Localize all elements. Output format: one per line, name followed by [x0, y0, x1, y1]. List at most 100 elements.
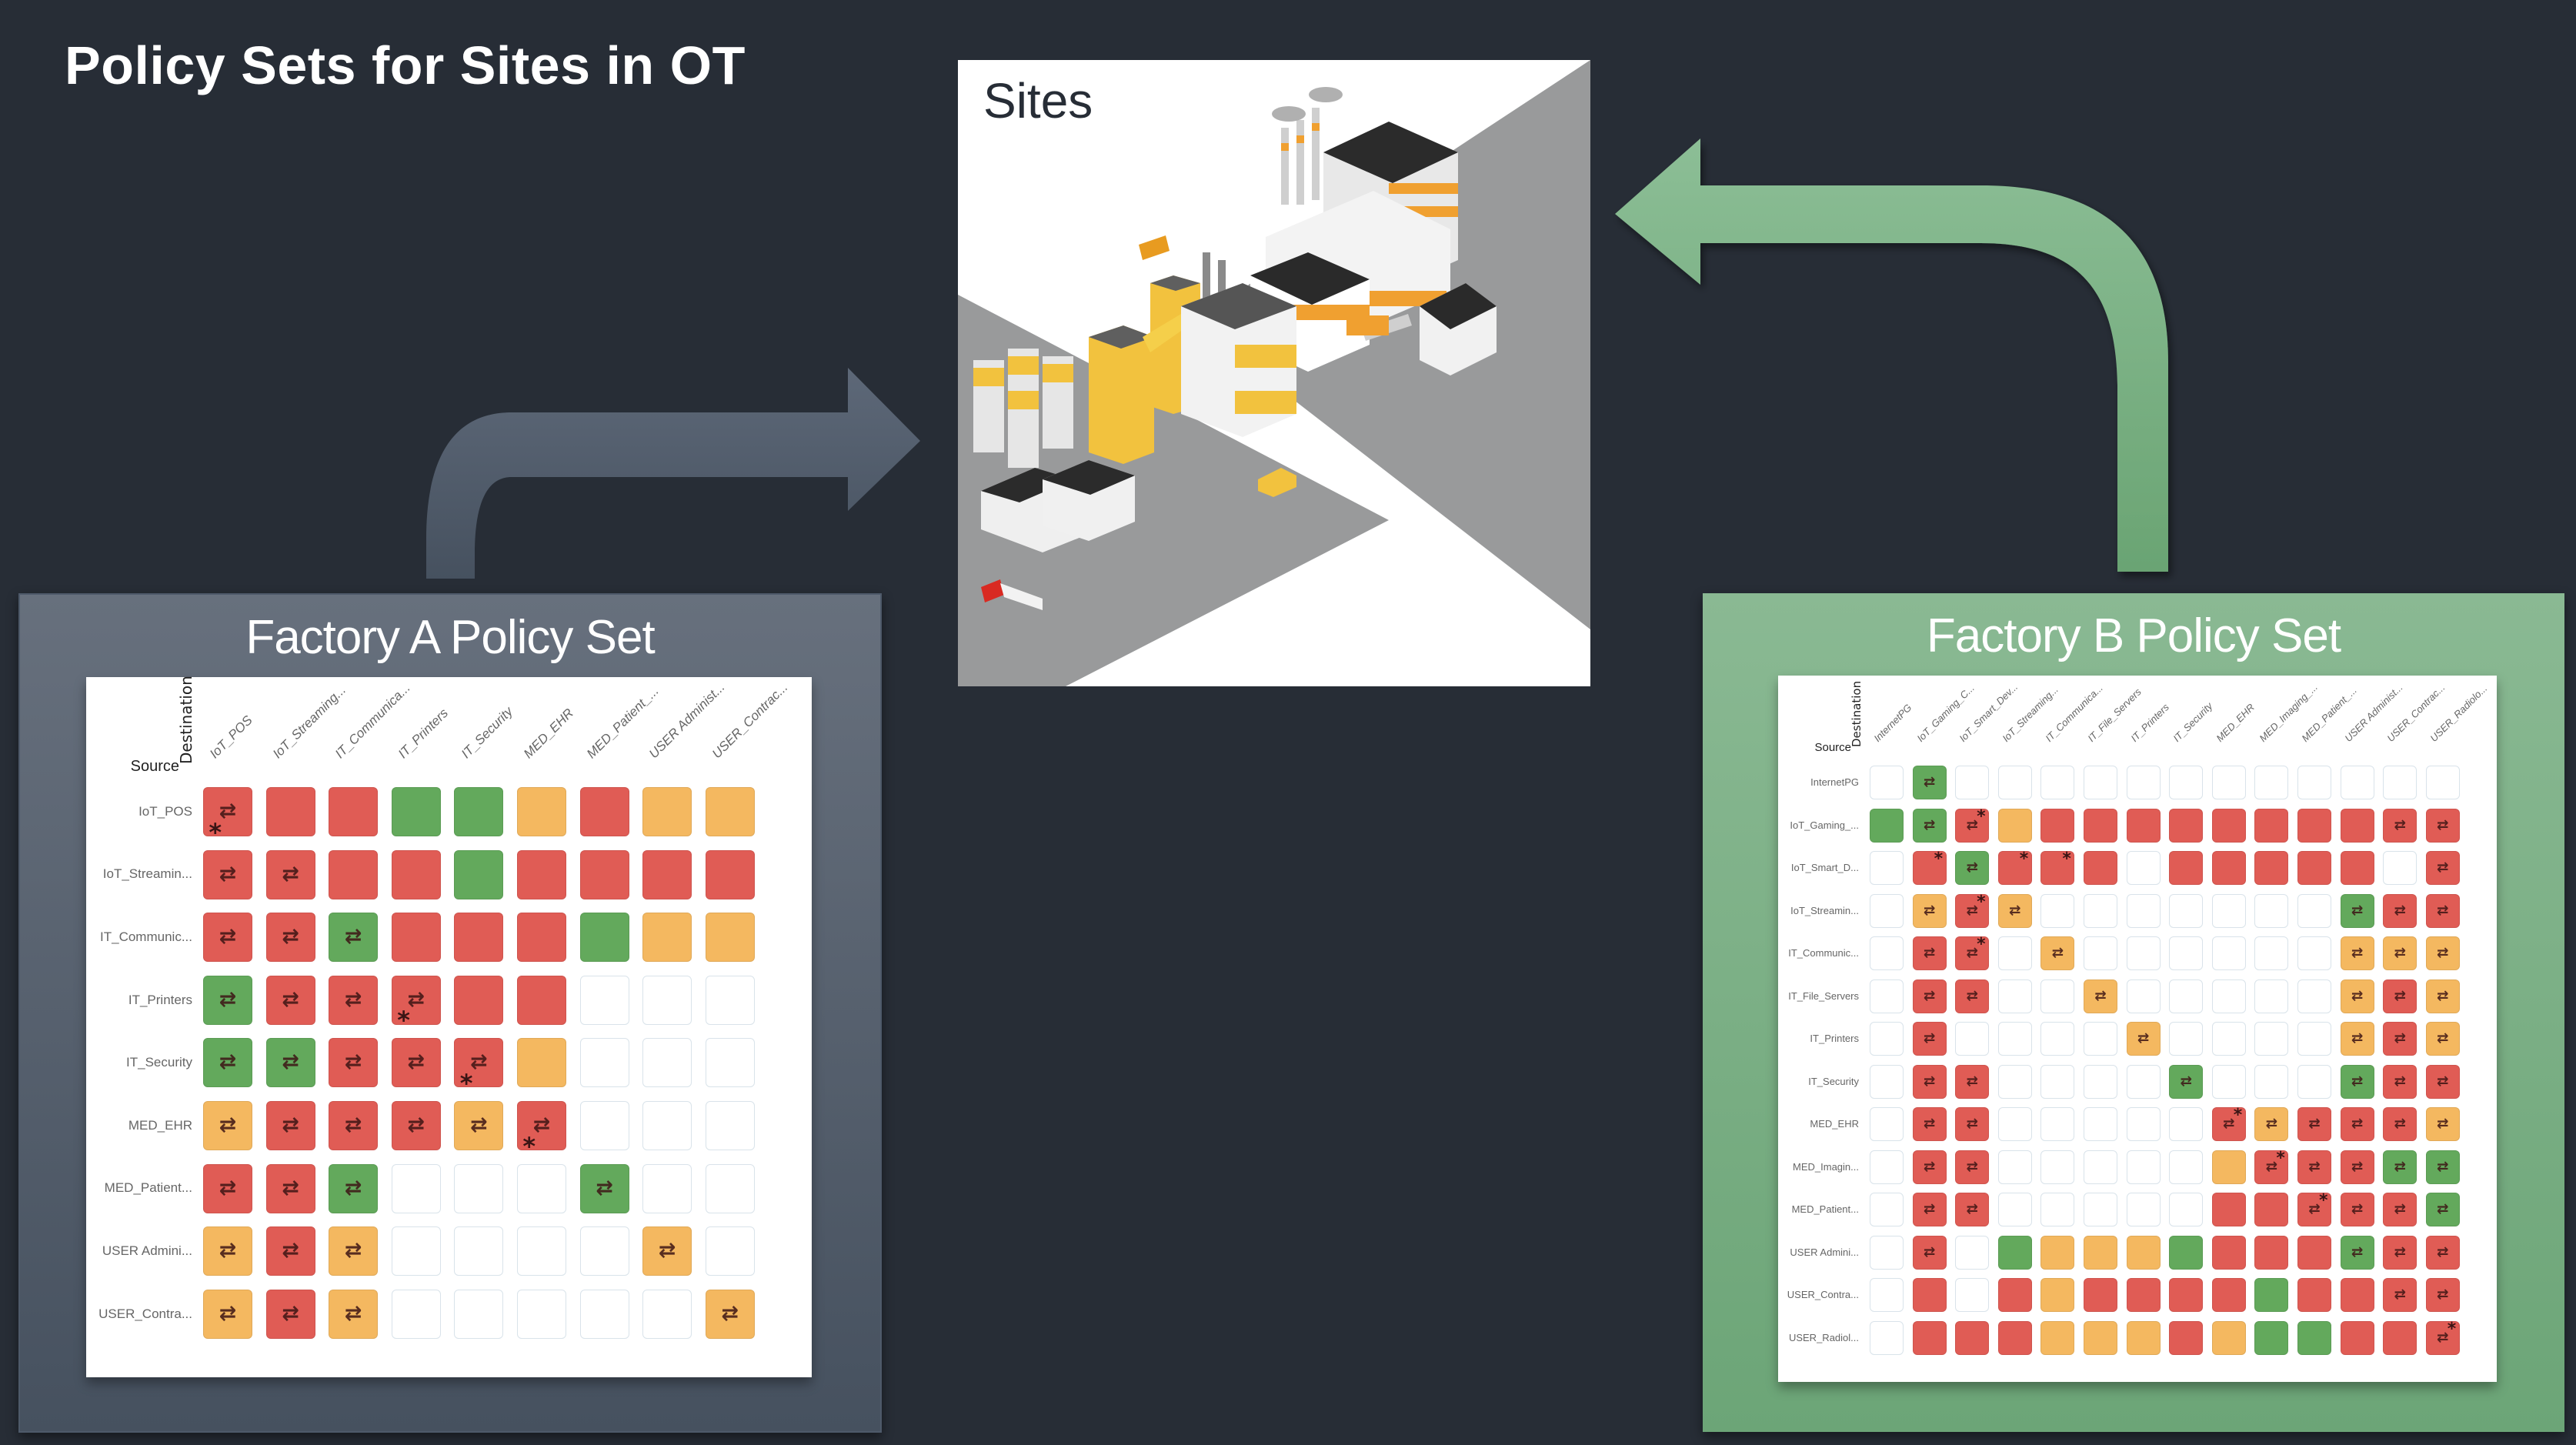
policy-cell[interactable] — [2254, 1064, 2289, 1099]
policy-cell[interactable] — [2169, 979, 2204, 1013]
policy-cell[interactable] — [2254, 979, 2289, 1013]
policy-cell[interactable] — [705, 1101, 755, 1150]
policy-cell[interactable] — [517, 787, 566, 836]
policy-cell[interactable]: ⇄ — [2425, 1193, 2460, 1226]
policy-cell[interactable]: ⇄ — [265, 1163, 315, 1213]
policy-cell[interactable]: ⇄ — [2383, 1107, 2418, 1141]
policy-cell[interactable] — [1870, 1278, 1904, 1312]
policy-cell[interactable] — [2040, 1278, 2075, 1312]
policy-cell[interactable]: ⇄ — [2126, 1022, 2161, 1056]
policy-cell[interactable] — [2254, 1193, 2289, 1226]
policy-cell[interactable] — [2211, 893, 2246, 928]
policy-cell[interactable] — [2040, 1107, 2075, 1141]
policy-cell[interactable] — [1870, 1107, 1904, 1141]
policy-cell[interactable] — [391, 1226, 441, 1276]
policy-cell[interactable]: ⇄ — [1912, 936, 1947, 970]
policy-cell[interactable]: ⇄ — [1955, 1193, 1990, 1226]
policy-cell[interactable] — [579, 1289, 629, 1339]
policy-cell[interactable] — [2297, 893, 2331, 928]
policy-cell[interactable] — [454, 975, 504, 1025]
policy-cell[interactable] — [2040, 979, 2075, 1013]
policy-cell[interactable] — [2211, 1150, 2246, 1184]
policy-cell[interactable] — [2169, 893, 2204, 928]
policy-cell[interactable] — [579, 1101, 629, 1150]
policy-cell[interactable] — [2169, 851, 2204, 885]
policy-cell[interactable]: ⇄ — [2340, 936, 2374, 970]
policy-cell[interactable] — [2169, 1193, 2204, 1226]
policy-cell[interactable]: ⇄ — [203, 913, 252, 963]
policy-cell[interactable]: ⇄ — [2425, 893, 2460, 928]
policy-cell[interactable] — [329, 849, 379, 899]
policy-cell[interactable] — [2126, 1235, 2161, 1270]
policy-cell[interactable]: ⇄ * — [1955, 893, 1990, 928]
policy-cell[interactable] — [1870, 893, 1904, 928]
policy-cell[interactable] — [517, 1226, 566, 1276]
policy-cell[interactable] — [2084, 1235, 2117, 1270]
policy-cell[interactable]: ⇄ — [1912, 1107, 1947, 1141]
policy-cell[interactable] — [579, 1226, 629, 1276]
policy-cell[interactable] — [2425, 766, 2460, 799]
policy-cell[interactable] — [2084, 766, 2117, 799]
policy-cell[interactable]: ⇄ — [2340, 1235, 2374, 1270]
policy-cell[interactable]: ⇄ — [579, 1163, 629, 1213]
policy-cell[interactable] — [1997, 1022, 2032, 1056]
policy-cell[interactable] — [2169, 1150, 2204, 1184]
policy-cell[interactable] — [2297, 808, 2331, 843]
policy-cell[interactable] — [2340, 851, 2374, 885]
policy-cell[interactable] — [705, 1163, 755, 1213]
policy-cell[interactable] — [1912, 1320, 1947, 1355]
policy-cell[interactable] — [579, 1038, 629, 1088]
policy-cell[interactable]: ⇄ — [2425, 979, 2460, 1013]
policy-cell[interactable] — [642, 849, 692, 899]
policy-cell[interactable] — [2297, 1320, 2331, 1355]
policy-cell[interactable] — [2254, 851, 2289, 885]
policy-cell[interactable] — [2340, 1278, 2374, 1312]
policy-cell[interactable]: ⇄ — [2425, 1022, 2460, 1056]
policy-cell[interactable] — [2297, 979, 2331, 1013]
policy-cell[interactable] — [2126, 766, 2161, 799]
policy-cell[interactable] — [1997, 1278, 2032, 1312]
policy-cell[interactable] — [1997, 1150, 2032, 1184]
policy-cell[interactable]: ⇄ — [203, 849, 252, 899]
policy-cell[interactable]: ⇄ — [265, 1101, 315, 1150]
policy-cell[interactable] — [642, 787, 692, 836]
policy-cell[interactable]: ⇄ — [265, 975, 315, 1025]
policy-cell[interactable]: ⇄ — [265, 1289, 315, 1339]
policy-cell[interactable] — [2084, 1320, 2117, 1355]
policy-cell[interactable] — [705, 913, 755, 963]
policy-cell[interactable]: ⇄ — [329, 913, 379, 963]
policy-cell[interactable] — [454, 1163, 504, 1213]
policy-cell[interactable] — [1997, 1235, 2032, 1270]
policy-cell[interactable] — [2040, 1064, 2075, 1099]
policy-cell[interactable] — [579, 913, 629, 963]
policy-cell[interactable] — [1955, 1320, 1990, 1355]
policy-cell[interactable]: ⇄ — [2340, 893, 2374, 928]
policy-cell[interactable] — [2169, 1278, 2204, 1312]
policy-cell[interactable] — [642, 1163, 692, 1213]
policy-cell[interactable] — [2211, 1320, 2246, 1355]
policy-cell[interactable] — [517, 1038, 566, 1088]
policy-cell[interactable]: ⇄ — [2383, 979, 2418, 1013]
policy-cell[interactable] — [1870, 1022, 1904, 1056]
policy-cell[interactable] — [2126, 1107, 2161, 1141]
policy-cell[interactable] — [1997, 936, 2032, 970]
policy-cell[interactable] — [1912, 1278, 1947, 1312]
policy-cell[interactable] — [2040, 1022, 2075, 1056]
policy-cell[interactable]: ⇄ — [1955, 1150, 1990, 1184]
policy-cell[interactable] — [2040, 1150, 2075, 1184]
policy-cell[interactable]: ⇄ — [2425, 808, 2460, 843]
policy-cell[interactable] — [2211, 1193, 2246, 1226]
policy-cell[interactable] — [2297, 1278, 2331, 1312]
policy-cell[interactable]: ⇄ — [642, 1226, 692, 1276]
policy-cell[interactable] — [2040, 808, 2075, 843]
policy-cell[interactable]: ⇄ — [2383, 808, 2418, 843]
policy-cell[interactable] — [579, 787, 629, 836]
policy-cell[interactable] — [2126, 1150, 2161, 1184]
policy-cell[interactable]: ⇄ — [1912, 979, 1947, 1013]
policy-cell[interactable] — [705, 849, 755, 899]
policy-cell[interactable]: ⇄ — [1955, 979, 1990, 1013]
policy-cell[interactable]: ⇄ * — [454, 1038, 504, 1096]
policy-cell[interactable] — [1997, 1064, 2032, 1099]
policy-cell[interactable] — [2297, 1064, 2331, 1099]
policy-cell[interactable] — [2126, 893, 2161, 928]
